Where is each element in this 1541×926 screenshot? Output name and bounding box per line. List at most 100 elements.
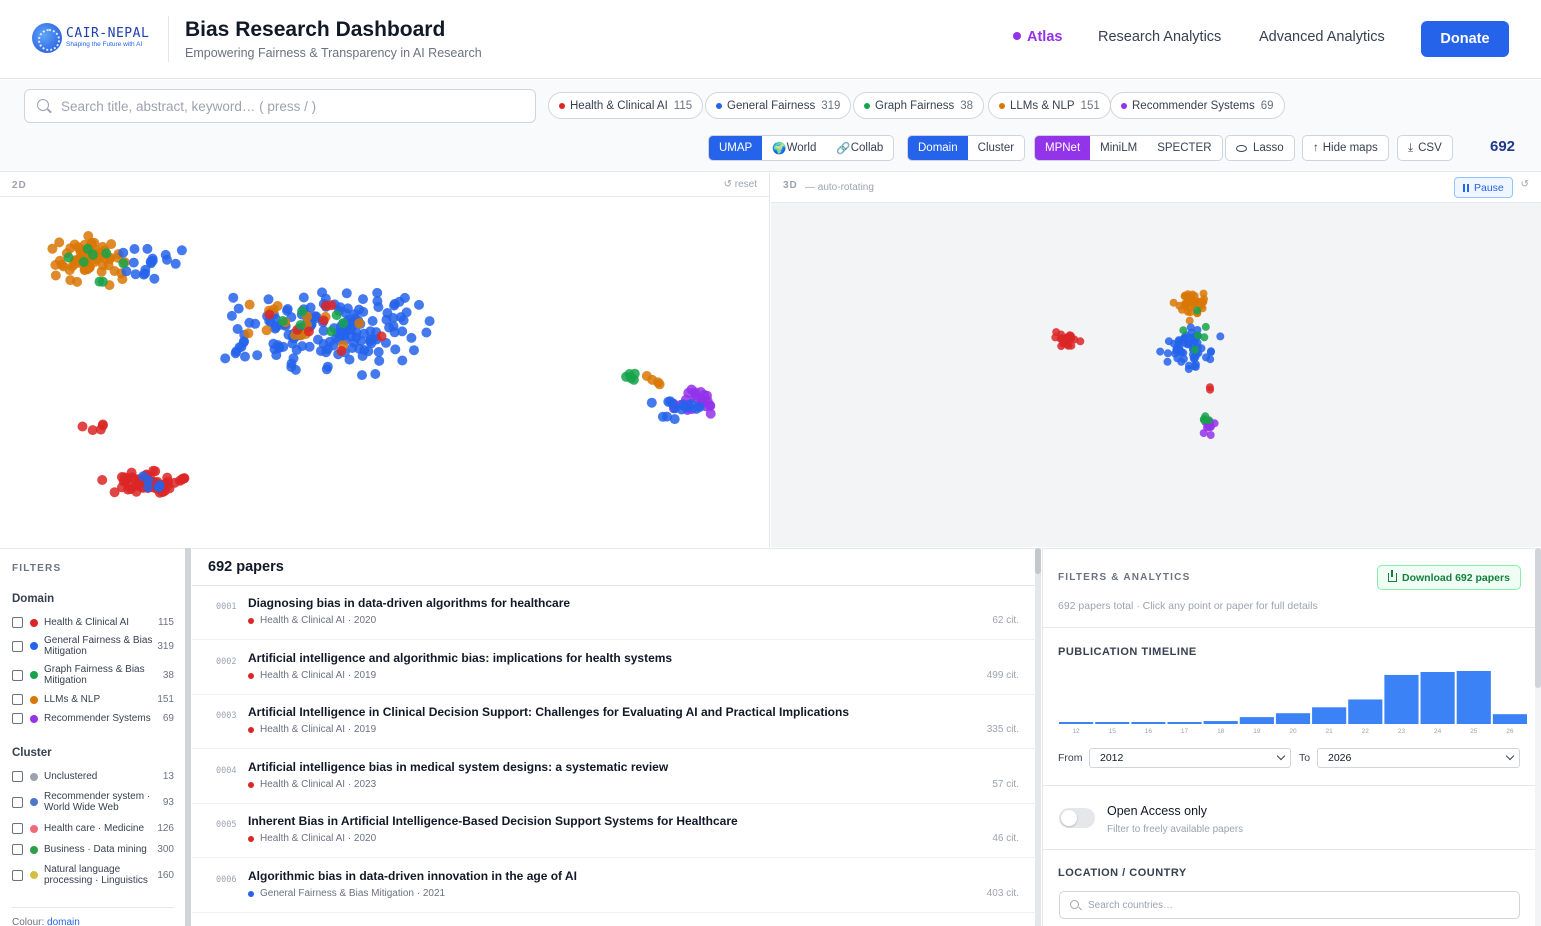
paper-point[interactable] [232,324,243,334]
timeline-bar[interactable] [1059,722,1094,724]
papers-scrollbar[interactable] [1035,548,1041,926]
paper-point[interactable] [398,315,409,326]
paper-point[interactable] [234,342,245,353]
paper-point[interactable] [176,245,187,256]
paper-point[interactable] [358,294,368,305]
paper-row[interactable]: 0002 Artificial intelligence and algorit… [192,641,1035,695]
map-3d-panel[interactable]: 3D — auto-rotating Pause ↺ [771,173,1541,547]
paper-point[interactable] [264,309,275,320]
paper-point[interactable] [179,473,190,484]
checkbox[interactable] [12,771,23,782]
paper-point[interactable] [268,338,279,349]
paper-point[interactable] [54,237,65,248]
paper-point[interactable] [282,305,292,316]
paper-point[interactable] [399,292,410,303]
paper-point[interactable] [50,270,61,281]
paper-point[interactable] [145,256,156,267]
timeline-bar[interactable] [1095,722,1130,724]
paper-point[interactable] [1190,345,1199,354]
paper-point[interactable] [357,370,367,381]
paper-point[interactable] [331,310,342,321]
timeline-bar[interactable] [1456,671,1491,724]
paper-point[interactable] [109,487,120,498]
filter-cluster-health[interactable]: Health care · Medicine 126 [12,823,174,834]
paper-point[interactable] [250,318,261,329]
paper-point[interactable] [424,316,435,327]
timeline-bar[interactable] [1492,714,1527,724]
paper-point[interactable] [297,341,308,352]
paper-point[interactable] [373,347,384,357]
paper-title[interactable]: Artificial intelligence and algorithmic … [248,651,672,665]
paper-point[interactable] [82,243,93,254]
paper-point[interactable] [414,299,424,310]
paper-point[interactable] [326,300,337,311]
chip-health-clinical-ai[interactable]: Health & Clinical AI 115 [548,92,704,119]
paper-point[interactable] [263,294,274,305]
timeline-bar[interactable] [1275,713,1311,724]
paper-point[interactable] [662,411,672,422]
paper-point[interactable] [271,350,282,361]
pause-button[interactable]: Pause [1454,177,1513,198]
paper-point[interactable] [390,344,401,355]
paper-point[interactable] [370,369,381,379]
nav-research-analytics[interactable]: Research Analytics [1098,29,1221,45]
timeline-bar[interactable] [1384,674,1419,724]
paper-point[interactable] [297,306,308,317]
paper-point[interactable] [1190,292,1199,300]
paper-point[interactable] [1201,322,1210,331]
paper-point[interactable] [1199,429,1208,438]
paper-point[interactable] [72,276,83,287]
analytics-scrollbar[interactable] [1535,548,1541,926]
paper-point[interactable] [228,292,239,303]
map-3d-reset-button[interactable]: ↺ [1521,179,1529,190]
paper-point[interactable] [1052,328,1061,337]
open-access-toggle[interactable] [1059,808,1095,828]
paper-point[interactable] [298,292,309,303]
paper-point[interactable] [705,408,716,419]
paper-point[interactable] [1179,326,1188,335]
paper-point[interactable] [1200,333,1209,342]
paper-point[interactable] [653,377,664,388]
paper-point[interactable] [97,475,108,485]
nav-atlas[interactable]: Atlas [1013,29,1062,45]
paper-point[interactable] [406,332,417,343]
paper-point[interactable] [129,244,140,254]
paper-point[interactable] [128,257,139,268]
paper-point[interactable] [103,260,114,271]
paper-point[interactable] [118,247,129,258]
filter-cluster-nlp[interactable]: Natural language processing · Linguistic… [12,864,174,886]
timeline-bar[interactable] [1239,717,1274,724]
paper-point[interactable] [78,256,89,267]
csv-button[interactable]: ⤓ CSV [1397,135,1453,161]
paper-point[interactable] [341,288,352,299]
paper-point[interactable] [170,258,181,269]
paper-point[interactable] [233,303,244,314]
color-domain[interactable]: Domain [908,136,968,160]
to-year-select[interactable]: 2026 [1317,748,1520,768]
paper-point[interactable] [226,310,237,321]
publication-timeline-chart[interactable] [1058,659,1528,729]
checkbox[interactable] [12,713,23,724]
paper-point[interactable] [64,265,75,276]
model-specter[interactable]: SPECTER [1147,136,1221,160]
paper-point[interactable] [624,369,635,379]
paper-point[interactable] [244,299,255,310]
model-mpnet[interactable]: MPNet [1035,136,1091,160]
paper-point[interactable] [382,308,393,318]
paper-point[interactable] [277,316,288,326]
filters-scrollbar[interactable] [185,548,191,926]
paper-point[interactable] [328,340,339,351]
checkbox[interactable] [12,640,23,652]
paper-point[interactable] [397,355,408,366]
paper-point[interactable] [641,371,652,381]
paper-point[interactable] [97,419,108,430]
timeline-bar[interactable] [1420,671,1455,724]
paper-point[interactable] [138,471,149,482]
paper-point[interactable] [252,350,263,361]
timeline-bar[interactable] [1312,707,1347,724]
paper-point[interactable] [354,304,364,315]
lasso-button[interactable]: Lasso [1225,135,1295,161]
paper-row[interactable]: 0003 Artificial Intelligence in Clinical… [192,695,1035,749]
paper-point[interactable] [286,358,297,369]
paper-point[interactable] [97,276,108,287]
